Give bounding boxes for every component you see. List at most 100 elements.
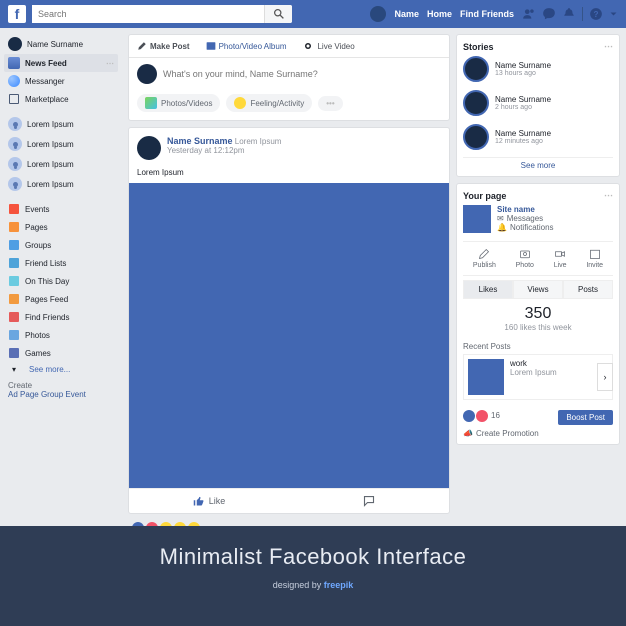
action-photos[interactable]: Photos/Videos (137, 94, 220, 112)
more-icon[interactable]: ⋯ (106, 59, 114, 68)
composer: Make Post Photo/Video Album Live Video P… (128, 34, 450, 121)
avatar[interactable] (370, 6, 386, 22)
nav-find-friends[interactable]: Find Friends (460, 9, 514, 19)
create-link[interactable]: Group (41, 390, 63, 399)
sidebar-explore-item[interactable]: Friend Lists (4, 254, 118, 272)
bell-icon: 🔔 (497, 223, 507, 232)
create-link[interactable]: Event (65, 390, 85, 399)
action-more[interactable]: ••• (318, 96, 342, 111)
avatar (8, 37, 22, 51)
tab-photo-album[interactable]: Photo/Video Album (198, 35, 295, 57)
tab-make-post[interactable]: Make Post (129, 35, 198, 57)
sidebar-see-more[interactable]: ▾See more... (4, 362, 118, 377)
main-layout: Name Surname News Feed⋯ Messanger Market… (0, 28, 626, 526)
tab-posts[interactable]: Posts (563, 280, 613, 299)
brand-link[interactable]: freepik (324, 580, 354, 590)
search-container (32, 5, 292, 23)
tab-live-video[interactable]: Live Video (294, 35, 362, 57)
explore-icon (8, 347, 20, 359)
right-column: Stories⋯ Name Surname13 hours agoName Su… (456, 28, 626, 526)
camcorder-icon (554, 248, 566, 260)
stories-title: Stories (463, 42, 494, 52)
friend-icon (8, 117, 22, 131)
next-arrow-icon[interactable]: › (597, 363, 613, 391)
story-avatar (463, 124, 489, 150)
page-avatar[interactable] (463, 205, 491, 233)
pencil-icon (478, 248, 490, 260)
dropdown-icon[interactable] (609, 7, 618, 21)
haha-react-icon (160, 522, 172, 526)
post-body: Lorem Ipsum (129, 168, 449, 183)
your-page-card: Your page⋯ Site name ✉Messages 🔔Notifica… (456, 183, 620, 445)
post-image[interactable] (129, 183, 449, 488)
post: Name Surname Lorem Ipsum Yesterday at 12… (128, 127, 450, 514)
like-react-icon (132, 522, 144, 526)
post-author[interactable]: Name Surname (167, 136, 233, 146)
sidebar-explore-item[interactable]: Find Friends (4, 308, 118, 326)
sidebar-explore-item[interactable]: Pages Feed (4, 290, 118, 308)
love-react-icon (146, 522, 158, 526)
comment-button[interactable] (289, 489, 449, 513)
tab-views[interactable]: Views (513, 280, 563, 299)
create-link[interactable]: Page (20, 390, 39, 399)
help-icon[interactable]: ? (589, 7, 603, 21)
search-button[interactable] (264, 5, 292, 23)
sidebar-friend[interactable]: Lorem Ipsum (4, 174, 118, 194)
sidebar-news-feed[interactable]: News Feed⋯ (4, 54, 118, 72)
news-feed-icon (8, 57, 20, 69)
pencil-icon (137, 41, 147, 51)
more-icon[interactable]: ⋯ (604, 190, 613, 201)
page-live[interactable]: Live (554, 248, 567, 269)
photo-icon (206, 41, 216, 51)
friend-requests-icon[interactable] (522, 7, 536, 21)
notifications-icon[interactable] (562, 7, 576, 21)
page-publish[interactable]: Publish (473, 248, 496, 269)
more-icon[interactable]: ⋯ (604, 41, 613, 52)
stories-see-more[interactable]: See more (463, 157, 613, 170)
nav-home[interactable]: Home (427, 9, 452, 19)
story-item[interactable]: Name Surname13 hours ago (463, 52, 613, 86)
page-name[interactable]: Site name (497, 205, 554, 214)
fb-logo-icon[interactable]: f (8, 5, 26, 23)
sidebar-create: Create Ad Page Group Event (4, 377, 118, 403)
recent-post-image (468, 359, 504, 395)
create-link[interactable]: Ad (8, 390, 18, 399)
svg-text:?: ? (594, 10, 599, 19)
sidebar-friend[interactable]: Lorem Ipsum (4, 134, 118, 154)
sidebar-explore-item[interactable]: Games (4, 344, 118, 362)
create-promotion[interactable]: 📣Create Promotion (463, 429, 613, 438)
avatar[interactable] (137, 136, 161, 160)
story-item[interactable]: Name Surname2 hours ago (463, 86, 613, 120)
calendar-icon (589, 248, 601, 260)
your-page-title: Your page (463, 191, 506, 201)
like-button[interactable]: Like (129, 489, 289, 513)
explore-icon (8, 293, 20, 305)
megaphone-icon: 📣 (463, 429, 473, 438)
sidebar-explore-item[interactable]: On This Day (4, 272, 118, 290)
sidebar-messenger[interactable]: Messanger (4, 72, 118, 90)
sidebar-explore-item[interactable]: Pages (4, 218, 118, 236)
sidebar-profile[interactable]: Name Surname (4, 34, 118, 54)
sidebar-marketplace[interactable]: Marketplace (4, 90, 118, 108)
sidebar-friend[interactable]: Lorem Ipsum (4, 154, 118, 174)
camera-icon (519, 248, 531, 260)
page-photo[interactable]: Photo (516, 248, 534, 269)
story-item[interactable]: Name Surname12 minutes ago (463, 120, 613, 154)
messenger-icon[interactable] (542, 7, 556, 21)
friend-icon (8, 157, 22, 171)
composer-input[interactable] (163, 69, 441, 79)
action-feeling[interactable]: Feeling/Activity (226, 94, 312, 112)
sidebar-explore-item[interactable]: Photos (4, 326, 118, 344)
like-react-icon (463, 410, 475, 422)
page-invite[interactable]: Invite (586, 248, 603, 269)
story-avatar (463, 56, 489, 82)
recent-post[interactable]: work Lorem Ipsum › (463, 354, 613, 400)
post-context: Lorem Ipsum (235, 137, 282, 146)
sidebar-explore-item[interactable]: Events (4, 200, 118, 218)
search-input[interactable] (32, 5, 264, 23)
sidebar-explore-item[interactable]: Groups (4, 236, 118, 254)
nav-name[interactable]: Name (394, 9, 419, 19)
sidebar-friend[interactable]: Lorem Ipsum (4, 114, 118, 134)
boost-post-button[interactable]: Boost Post (558, 410, 613, 425)
tab-likes[interactable]: Likes (463, 280, 513, 299)
